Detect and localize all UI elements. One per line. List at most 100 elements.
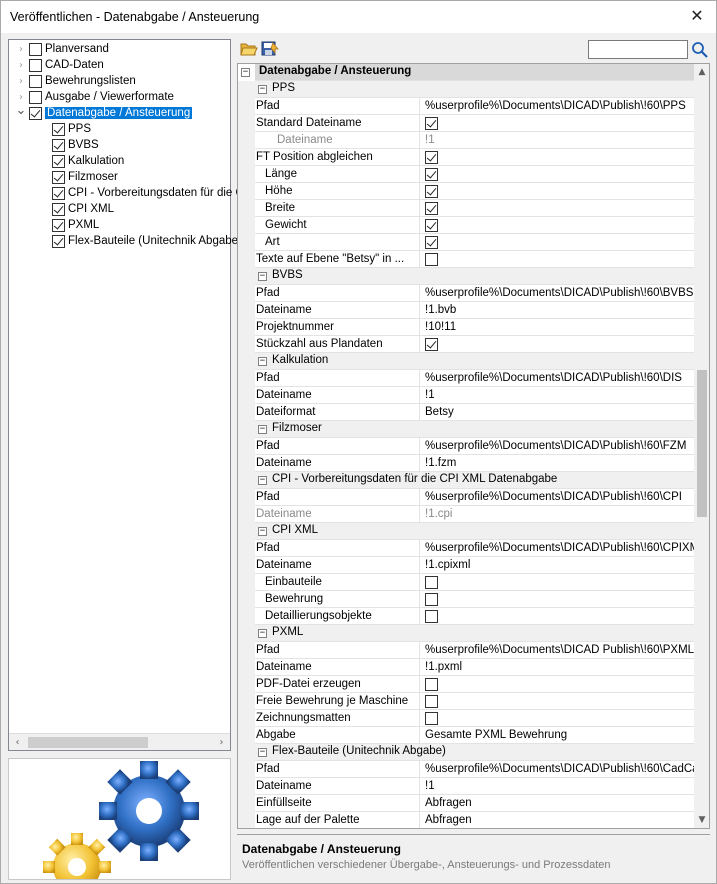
- property-name[interactable]: Höhe: [255, 183, 420, 200]
- property-checkbox[interactable]: [425, 593, 438, 606]
- property-name[interactable]: Dateiname: [255, 659, 420, 676]
- chevron-right-icon[interactable]: ›: [13, 92, 29, 103]
- scroll-up-icon[interactable]: ▲: [694, 64, 709, 80]
- property-value[interactable]: !1.fzm: [420, 455, 694, 472]
- property-checkbox[interactable]: [425, 695, 438, 708]
- property-row[interactable]: Art: [238, 234, 694, 251]
- property-value[interactable]: !10!11: [420, 319, 694, 336]
- property-value[interactable]: [420, 574, 694, 591]
- property-row[interactable]: Lage auf der Palette Abfragen: [238, 812, 694, 828]
- property-value[interactable]: Gesamte PXML Bewehrung: [420, 727, 694, 744]
- property-name[interactable]: Freie Bewehrung je Maschine: [255, 693, 420, 710]
- property-row[interactable]: Projektnummer !10!11: [238, 319, 694, 336]
- property-checkbox[interactable]: [425, 678, 438, 691]
- scrollbar-thumb[interactable]: [697, 370, 707, 517]
- tree-checkbox[interactable]: [52, 186, 65, 200]
- property-value[interactable]: [420, 591, 694, 608]
- property-row[interactable]: Stückzahl aus Plandaten: [238, 336, 694, 353]
- property-name[interactable]: Pfad: [255, 370, 420, 387]
- property-name[interactable]: Texte auf Ebene "Betsy" in ...: [255, 251, 420, 268]
- property-value[interactable]: !1.pxml: [420, 659, 694, 676]
- property-value[interactable]: %userprofile%\Documents\DICAD\Publish\!6…: [420, 370, 694, 387]
- property-row[interactable]: Zeichnungsmatten: [238, 710, 694, 727]
- property-name[interactable]: Detaillierungsobjekte: [255, 608, 420, 625]
- property-name[interactable]: Pfad: [255, 642, 420, 659]
- collapse-icon[interactable]: −: [258, 527, 267, 536]
- property-row[interactable]: Dateiname !1: [238, 132, 694, 149]
- tree-checkbox[interactable]: [52, 122, 65, 136]
- property-name[interactable]: Dateiformat: [255, 404, 420, 421]
- property-name[interactable]: Art: [255, 234, 420, 251]
- tree-checkbox[interactable]: [29, 58, 42, 72]
- property-row[interactable]: Dateiname !1: [238, 778, 694, 795]
- property-row[interactable]: Pfad %userprofile%\Documents\DICAD\Publis…: [238, 98, 694, 115]
- tree-checkbox[interactable]: [52, 218, 65, 232]
- property-name[interactable]: Lage auf der Palette: [255, 812, 420, 828]
- chevron-right-icon[interactable]: ›: [13, 76, 29, 87]
- property-value[interactable]: %userprofile%\Documents\DICAD\Publish\!6…: [420, 540, 694, 557]
- property-name[interactable]: Standard Dateiname: [255, 115, 420, 132]
- property-value[interactable]: [420, 234, 694, 251]
- tree-item-label[interactable]: CPI - Vorbereitungsdaten für die C: [68, 187, 244, 199]
- property-value[interactable]: [420, 217, 694, 234]
- property-value[interactable]: !1.cpi: [420, 506, 694, 523]
- save-icon[interactable]: [261, 41, 279, 57]
- property-value[interactable]: [420, 676, 694, 693]
- tree-item[interactable]: › Planversand: [13, 41, 109, 57]
- property-name[interactable]: Länge: [255, 166, 420, 183]
- property-value[interactable]: %userprofile%\Documents\DICAD\Publish\!6…: [420, 285, 694, 302]
- property-value[interactable]: [420, 115, 694, 132]
- property-name[interactable]: Bewehrung: [255, 591, 420, 608]
- tree-item-label[interactable]: Planversand: [45, 43, 109, 55]
- property-row[interactable]: FT Position abgleichen: [238, 149, 694, 166]
- tree-item-label[interactable]: CPI XML: [68, 203, 114, 215]
- property-row[interactable]: Dateiname !1.cpixml: [238, 557, 694, 574]
- property-value[interactable]: !1: [420, 132, 694, 149]
- property-checkbox[interactable]: [425, 117, 438, 130]
- property-name[interactable]: Stückzahl aus Plandaten: [255, 336, 420, 353]
- property-value[interactable]: %userprofile%\Documents\DICAD\Publish\!6…: [420, 438, 694, 455]
- property-name[interactable]: Pfad: [255, 489, 420, 506]
- tree-item-label[interactable]: CAD-Daten: [45, 59, 104, 71]
- property-row[interactable]: Dateiname !1.fzm: [238, 455, 694, 472]
- property-value[interactable]: [420, 336, 694, 353]
- property-checkbox[interactable]: [425, 610, 438, 623]
- property-name[interactable]: Zeichnungsmatten: [255, 710, 420, 727]
- tree-item-label[interactable]: Filzmoser: [68, 171, 118, 183]
- tree-item[interactable]: CPI - Vorbereitungsdaten für die C: [52, 185, 244, 201]
- magnifier-icon[interactable]: [691, 40, 709, 59]
- property-checkbox[interactable]: [425, 236, 438, 249]
- scroll-down-icon[interactable]: ▼: [694, 812, 709, 828]
- property-value[interactable]: %userprofile%\Documents\DICAD Publish\!6…: [420, 642, 694, 659]
- property-name[interactable]: Pfad: [255, 540, 420, 557]
- property-name[interactable]: Dateiname: [255, 302, 420, 319]
- property-row[interactable]: Pfad %userprofile%\Documents\DICAD\Publis…: [238, 285, 694, 302]
- property-row[interactable]: Pfad %userprofile%\Documents\DICAD\Publis…: [238, 489, 694, 506]
- tree-checkbox[interactable]: [52, 234, 65, 248]
- property-value[interactable]: !1: [420, 778, 694, 795]
- property-name[interactable]: Pfad: [255, 761, 420, 778]
- property-name[interactable]: PDF-Datei erzeugen: [255, 676, 420, 693]
- property-checkbox[interactable]: [425, 253, 438, 266]
- property-row[interactable]: Dateiname !1.bvb: [238, 302, 694, 319]
- tree-horizontal-scrollbar[interactable]: ‹ ›: [9, 733, 230, 750]
- property-row[interactable]: Länge: [238, 166, 694, 183]
- collapse-icon[interactable]: −: [258, 748, 267, 757]
- property-row[interactable]: Dateiname !1.pxml: [238, 659, 694, 676]
- tree-item[interactable]: BVBS: [52, 137, 99, 153]
- tree-item[interactable]: ⌄ Datenabgabe / Ansteuerung: [13, 105, 193, 121]
- category-tree[interactable]: › Planversand › CAD-Daten › Bewehrungslisten ›…: [8, 39, 244, 751]
- category-header[interactable]: − CPI - Vorbereitungsdaten für die CPI XM…: [238, 472, 694, 489]
- property-row[interactable]: Dateiformat Betsy: [238, 404, 694, 421]
- collapse-icon[interactable]: −: [258, 425, 267, 434]
- property-row[interactable]: Freie Bewehrung je Maschine: [238, 693, 694, 710]
- property-row[interactable]: Pfad %userprofile%\Documents\DICAD\Publis…: [238, 438, 694, 455]
- category-header[interactable]: − BVBS: [238, 268, 694, 285]
- collapse-icon[interactable]: −: [258, 85, 267, 94]
- property-name[interactable]: Dateiname: [255, 557, 420, 574]
- scroll-left-icon[interactable]: ‹: [9, 735, 26, 750]
- property-row[interactable]: Breite: [238, 200, 694, 217]
- property-row[interactable]: Einbauteile: [238, 574, 694, 591]
- property-row[interactable]: Pfad %userprofile%\Documents\DICAD\Publis…: [238, 540, 694, 557]
- property-value[interactable]: !1.bvb: [420, 302, 694, 319]
